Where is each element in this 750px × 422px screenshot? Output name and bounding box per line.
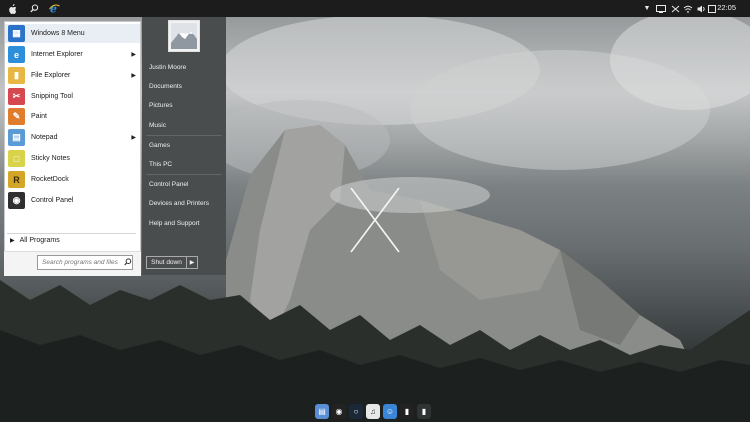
volume-icon[interactable] <box>696 0 706 17</box>
battery-icon[interactable] <box>670 0 680 17</box>
paint-icon: ✎ <box>8 108 25 125</box>
pinned-item[interactable]: ✂ Snipping Tool <box>5 87 140 106</box>
pinned-item-label: Windows 8 Menu <box>31 30 85 37</box>
macbook-icon[interactable]: ▤ <box>315 404 329 419</box>
sticky-notes-icon: □ <box>8 150 25 167</box>
help-and-support-link[interactable]: Help and Support <box>149 220 200 227</box>
dock: ▤ ◉ ○ ♫ ☺ ▮ ▮ <box>313 400 433 419</box>
submenu-arrow-icon: ▶ <box>131 135 136 141</box>
triangle-right-icon: ▶ <box>10 238 15 244</box>
documents-link[interactable]: Documents <box>149 83 182 90</box>
search-icon[interactable] <box>124 257 132 268</box>
trash-icon[interactable]: ▮ <box>417 404 431 419</box>
search-icon[interactable] <box>28 0 40 17</box>
pinned-item[interactable]: ✎ Paint <box>5 107 140 126</box>
music-link[interactable]: Music <box>149 122 166 129</box>
pinned-item[interactable]: ▦ Windows 8 Menu <box>5 24 140 43</box>
network-icon[interactable] <box>655 0 667 17</box>
all-programs-button[interactable]: ▶ All Programs <box>10 237 60 244</box>
pictures-link[interactable]: Pictures <box>149 102 172 109</box>
shutdown-button[interactable]: Shut down <box>146 256 187 269</box>
shutdown-options-arrow-icon[interactable]: ▶ <box>187 256 198 269</box>
pinned-item[interactable]: ◉ Control Panel <box>5 191 140 210</box>
windows-icon: ▦ <box>8 25 25 42</box>
control-panel-link[interactable]: Control Panel <box>149 181 188 188</box>
steam-icon[interactable]: ○ <box>349 404 363 419</box>
itunes-icon[interactable]: ♫ <box>366 404 380 419</box>
chevron-down-icon[interactable]: ▼ <box>642 0 652 17</box>
pinned-item[interactable]: ▮ File Explorer ▶ <box>5 66 140 85</box>
notification-icon[interactable] <box>707 0 717 17</box>
finder-icon[interactable]: ☺ <box>383 404 397 419</box>
pinned-item[interactable]: ▤ Notepad ▶ <box>5 128 140 147</box>
folder-icon: ▮ <box>8 67 25 84</box>
search-input[interactable] <box>38 256 122 269</box>
scissors-icon: ✂ <box>8 88 25 105</box>
divider <box>7 233 136 234</box>
pinned-item-label: Sticky Notes <box>31 155 70 162</box>
nvidia-icon: ◉ <box>8 192 25 209</box>
this-pc-link[interactable]: This PC <box>149 161 172 168</box>
pinned-item-label: Snipping Tool <box>31 93 73 100</box>
rocketdock-icon: R <box>8 171 25 188</box>
wifi-icon[interactable] <box>682 0 694 17</box>
pinned-item[interactable]: e Internet Explorer ▶ <box>5 45 140 64</box>
pinned-item-label: Paint <box>31 113 47 120</box>
top-menu-bar: e ▼ 22:05 <box>0 0 750 17</box>
pinned-item[interactable]: □ Sticky Notes <box>5 149 140 168</box>
search-box[interactable] <box>37 255 133 270</box>
notepad-icon: ▤ <box>8 129 25 146</box>
games-link[interactable]: Games <box>149 142 170 149</box>
submenu-arrow-icon: ▶ <box>131 73 136 79</box>
apple-icon[interactable] <box>6 0 18 17</box>
os-x-logo <box>350 187 400 253</box>
user-name-link[interactable]: Justin Moore <box>149 64 186 71</box>
clock[interactable]: 22:05 <box>717 3 736 12</box>
internet-explorer-icon[interactable]: e <box>47 0 61 17</box>
user-avatar[interactable] <box>168 20 200 52</box>
all-programs-label: All Programs <box>19 237 60 244</box>
pinned-item-label: Notepad <box>31 134 58 141</box>
pinned-item[interactable]: R RocketDock <box>5 170 140 189</box>
pinned-item-label: Internet Explorer <box>31 51 83 58</box>
internet-explorer-icon: e <box>8 46 25 63</box>
pinned-item-label: Control Panel <box>31 197 74 204</box>
pinned-item-label: File Explorer <box>31 72 71 79</box>
submenu-arrow-icon: ▶ <box>131 52 136 58</box>
divider <box>146 135 222 136</box>
divider <box>146 174 222 175</box>
devices-and-printers-link[interactable]: Devices and Printers <box>149 200 209 207</box>
pinned-item-label: RocketDock <box>31 176 69 183</box>
alien-icon[interactable]: ◉ <box>332 404 346 419</box>
terminal-icon[interactable]: ▮ <box>400 404 414 419</box>
